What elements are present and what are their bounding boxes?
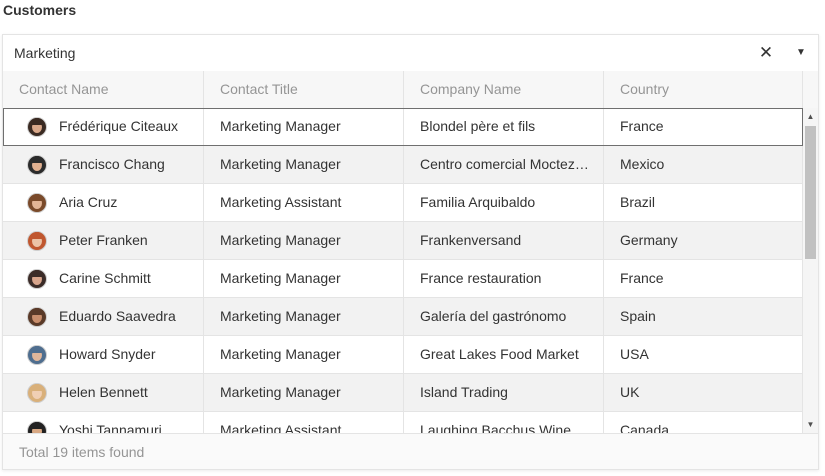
- contact-name: Frédérique Citeaux: [59, 118, 179, 134]
- column-header-country[interactable]: Country: [604, 71, 803, 108]
- page-title: Customers: [3, 2, 77, 18]
- cell-contact-name: Yoshi Tannamuri: [3, 412, 204, 433]
- grid-footer: Total 19 items found: [3, 433, 818, 469]
- table-row[interactable]: Helen Bennett Marketing Manager Island Tra…: [3, 374, 803, 412]
- avatar: [27, 230, 47, 251]
- clear-icon[interactable]: ✕: [757, 44, 775, 62]
- contact-name: Aria Cruz: [59, 194, 118, 210]
- avatar-hair: [30, 269, 44, 277]
- avatar: [27, 154, 47, 175]
- chevron-down-icon[interactable]: ▼: [792, 44, 810, 62]
- table-row[interactable]: Francisco Chang Marketing Manager Centro c…: [3, 146, 803, 184]
- contact-name: Howard Snyder: [59, 346, 156, 362]
- cell-contact-name: Frédérique Citeaux: [3, 108, 204, 145]
- avatar-hair: [30, 307, 44, 315]
- cell-company-name: Blondel père et fils: [404, 108, 604, 145]
- avatar: [27, 192, 47, 213]
- contact-name: Carine Schmitt: [59, 270, 151, 286]
- cell-company-name: Great Lakes Food Market: [404, 336, 604, 373]
- cell-contact-title: Marketing Manager: [204, 108, 404, 145]
- avatar-hair: [30, 193, 44, 201]
- search-input[interactable]: [3, 35, 743, 71]
- avatar: [27, 420, 47, 433]
- column-header-contact-name[interactable]: Contact Name: [3, 71, 204, 108]
- cell-contact-title: Marketing Manager: [204, 146, 404, 183]
- table-row[interactable]: Peter Franken Marketing Manager Frankenver…: [3, 222, 803, 260]
- avatar-hair: [30, 155, 44, 163]
- cell-country: USA: [604, 336, 803, 373]
- avatar: [27, 268, 47, 289]
- avatar-hair: [30, 117, 44, 125]
- cell-contact-name: Helen Bennett: [3, 374, 204, 411]
- avatar-hair: [30, 383, 44, 391]
- avatar-hair: [30, 421, 44, 429]
- cell-country: France: [604, 108, 803, 145]
- cell-contact-name: Carine Schmitt: [3, 260, 204, 297]
- scroll-up-icon[interactable]: ▲: [803, 108, 818, 125]
- table-row[interactable]: Carine Schmitt Marketing Manager France re…: [3, 260, 803, 298]
- avatar: [27, 306, 47, 327]
- customer-combo[interactable]: ✕ ▼ Contact Name Contact Title Company N…: [2, 34, 819, 470]
- cell-country: Brazil: [604, 184, 803, 221]
- cell-contact-title: Marketing Manager: [204, 260, 404, 297]
- scrollbar-thumb[interactable]: [805, 126, 816, 259]
- grid-body: Frédérique Citeaux Marketing Manager Blond…: [3, 108, 803, 433]
- table-row[interactable]: Yoshi Tannamuri Marketing Assistant Laughi…: [3, 412, 803, 433]
- contact-name: Yoshi Tannamuri: [59, 422, 162, 433]
- avatar-hair: [30, 231, 44, 239]
- cell-contact-title: Marketing Assistant: [204, 184, 404, 221]
- cell-country: France: [604, 260, 803, 297]
- cell-country: Germany: [604, 222, 803, 259]
- column-header-company-name[interactable]: Company Name: [404, 71, 604, 108]
- header-corner: [803, 71, 818, 109]
- avatar-hair: [30, 345, 44, 353]
- column-header-contact-title[interactable]: Contact Title: [204, 71, 404, 108]
- cell-contact-name: Peter Franken: [3, 222, 204, 259]
- cell-company-name: Frankenversand: [404, 222, 604, 259]
- cell-contact-name: Francisco Chang: [3, 146, 204, 183]
- cell-contact-title: Marketing Manager: [204, 336, 404, 373]
- table-row[interactable]: Frédérique Citeaux Marketing Manager Blond…: [3, 108, 803, 146]
- avatar: [27, 382, 47, 403]
- cell-company-name: Centro comercial Moctezuma: [404, 146, 604, 183]
- cell-country: UK: [604, 374, 803, 411]
- cell-contact-title: Marketing Assistant: [204, 412, 404, 433]
- cell-contact-title: Marketing Manager: [204, 298, 404, 335]
- cell-company-name: France restauration: [404, 260, 604, 297]
- cell-contact-name: Aria Cruz: [3, 184, 204, 221]
- contact-name: Helen Bennett: [59, 384, 148, 400]
- table-row[interactable]: Eduardo Saavedra Marketing Manager Galería…: [3, 298, 803, 336]
- cell-company-name: Familia Arquibaldo: [404, 184, 604, 221]
- cell-contact-name: Eduardo Saavedra: [3, 298, 204, 335]
- combo-input-row: ✕ ▼: [3, 35, 818, 72]
- contact-name: Peter Franken: [59, 232, 148, 248]
- cell-company-name: Laughing Bacchus Wine Cellars: [404, 412, 604, 433]
- table-row[interactable]: Aria Cruz Marketing Assistant Familia Arqu…: [3, 184, 803, 222]
- contact-name: Francisco Chang: [59, 156, 165, 172]
- cell-company-name: Galería del gastrónomo: [404, 298, 604, 335]
- contact-name: Eduardo Saavedra: [59, 308, 176, 324]
- cell-country: Canada: [604, 412, 803, 433]
- cell-contact-title: Marketing Manager: [204, 222, 404, 259]
- cell-contact-title: Marketing Manager: [204, 374, 404, 411]
- grid-header: Contact Name Contact Title Company Name …: [3, 71, 803, 109]
- avatar: [27, 116, 47, 137]
- scroll-down-icon[interactable]: ▼: [803, 416, 818, 433]
- status-text: Total 19 items found: [19, 444, 145, 460]
- cell-country: Mexico: [604, 146, 803, 183]
- cell-contact-name: Howard Snyder: [3, 336, 204, 373]
- table-row[interactable]: Howard Snyder Marketing Manager Great Lake…: [3, 336, 803, 374]
- avatar: [27, 344, 47, 365]
- vertical-scrollbar[interactable]: ▲ ▼: [803, 108, 818, 433]
- cell-country: Spain: [604, 298, 803, 335]
- cell-company-name: Island Trading: [404, 374, 604, 411]
